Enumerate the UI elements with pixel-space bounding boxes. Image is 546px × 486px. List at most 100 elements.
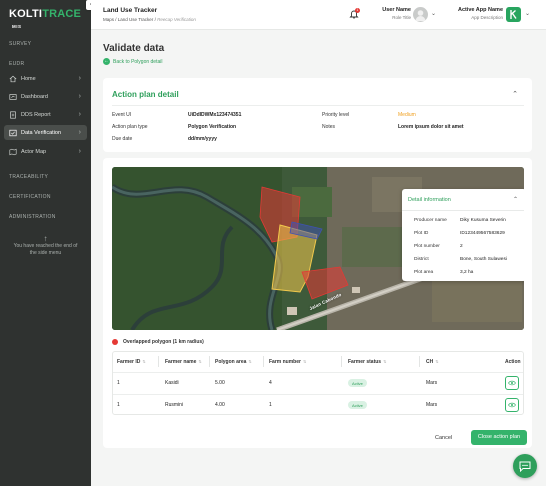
- sidebar-item-actor-map[interactable]: Actor Map ›: [4, 144, 87, 159]
- app-logo-icon: [510, 9, 517, 19]
- divider: [113, 394, 523, 395]
- col-header-farmer-id[interactable]: Farmer ID ⇅: [117, 359, 146, 365]
- arrow-left-icon: ←: [103, 58, 110, 65]
- col-header-farmer-name[interactable]: Farmer name ⇅: [165, 359, 202, 365]
- sort-icon: ⇅: [302, 359, 307, 364]
- overlap-table: Farmer ID ⇅ Farmer name ⇅ Polygon area ⇅ Fa…: [112, 351, 524, 415]
- column-divider: [158, 356, 159, 367]
- due-date-label: Due date: [112, 136, 133, 142]
- map-icon: [9, 148, 17, 155]
- page-title: Validate data: [103, 43, 165, 54]
- plot-number-label: Plot number: [414, 244, 440, 249]
- app-info[interactable]: Active App Name App Description: [451, 7, 503, 20]
- plan-type-label: Action plan type: [112, 124, 148, 130]
- app-name: Active App Name: [457, 7, 503, 13]
- sort-icon: ⇅: [383, 359, 387, 364]
- col-header-farm-number[interactable]: Farm number ⇅: [269, 359, 306, 365]
- chevron-right-icon: ›: [78, 93, 81, 100]
- section-traceability[interactable]: TRACEABILITY: [9, 174, 48, 180]
- section-survey[interactable]: SURVEY: [9, 41, 31, 47]
- breadcrumb-land-use-tracker[interactable]: Land Use Tracker: [118, 17, 154, 22]
- divider: [112, 105, 524, 106]
- breadcrumb-current: Reecap Verification: [157, 17, 196, 22]
- detail-information-panel: Detail information ⌃ Producer name Diky …: [402, 189, 524, 281]
- district-label: District: [414, 257, 429, 262]
- column-divider: [419, 356, 420, 367]
- priority-value: Medium: [398, 112, 416, 118]
- overlap-dot-icon: [112, 339, 118, 345]
- plot-number-value: 2: [460, 244, 463, 249]
- cancel-button[interactable]: Cancel: [435, 435, 452, 441]
- sidebar-item-dds-report[interactable]: DDS Report ›: [4, 107, 87, 122]
- close-action-plan-button[interactable]: Close action plan: [471, 430, 527, 445]
- column-divider: [263, 356, 264, 367]
- notes-value: Lorem ipsum dolor sit amet: [398, 124, 464, 130]
- back-link[interactable]: ← Back to Polygon detail: [103, 58, 162, 65]
- col-header-polygon-area[interactable]: Polygon area ⇅: [215, 359, 252, 365]
- district-value: Bone, South Sulawesi: [460, 257, 507, 262]
- event-uid-value: UiDdIDWMx123474351: [188, 112, 242, 118]
- divider: [113, 372, 523, 373]
- sidebar: KOLTITRACE MIS SURVEY EUDR Home › Dashbo…: [0, 0, 91, 486]
- sidebar-item-dashboard[interactable]: Dashboard ›: [4, 89, 87, 104]
- priority-label: Priority level: [322, 112, 350, 118]
- verification-icon: [9, 129, 17, 136]
- cell-farmer-id: 1: [117, 402, 120, 408]
- chevron-up-icon[interactable]: ⌃: [513, 196, 518, 203]
- plot-area-label: Plot area: [414, 270, 434, 275]
- chevron-right-icon: ›: [78, 148, 81, 155]
- cell-ch: Mars: [426, 380, 438, 386]
- cell-farm-number: 4: [269, 380, 272, 386]
- col-header-ch[interactable]: CH ⇅: [426, 359, 439, 365]
- avatar[interactable]: [413, 7, 428, 22]
- event-uid-label: Event UI: [112, 112, 132, 118]
- notification-badge: 1: [355, 8, 360, 13]
- sidebar-item-home[interactable]: Home ›: [4, 71, 87, 86]
- chevron-right-icon: ›: [78, 129, 81, 136]
- col-header-farmer-status[interactable]: Farmer status ⇅: [348, 359, 386, 365]
- sidebar-item-label: Actor Map: [21, 148, 47, 155]
- breadcrumb: Maps / Land Use Tracker / Reecap Verific…: [103, 17, 196, 22]
- chevron-down-icon[interactable]: ⌄: [525, 10, 530, 17]
- cell-farmer-name: Rusmini: [165, 402, 184, 408]
- eye-icon: [508, 380, 516, 386]
- report-icon: [10, 110, 16, 119]
- column-divider: [209, 356, 210, 367]
- sidebar-item-data-verification[interactable]: Data Verification ›: [4, 125, 87, 140]
- view-button[interactable]: [505, 398, 519, 412]
- plot-area-value: 3,2 ha: [460, 270, 474, 275]
- cell-ch: Mars: [426, 402, 438, 408]
- app-description: App Description: [471, 15, 503, 20]
- header-title: Land Use Tracker: [103, 7, 158, 14]
- chat-icon: [519, 461, 531, 472]
- chevron-right-icon: ›: [78, 111, 81, 118]
- cell-farmer-id: 1: [117, 380, 120, 386]
- status-badge: Active: [348, 379, 367, 387]
- divider: [402, 210, 524, 211]
- section-certification[interactable]: CERTIFICATION: [9, 194, 51, 200]
- chevron-up-icon[interactable]: ⌃: [512, 90, 518, 98]
- sidebar-item-label: DDS Report: [21, 111, 51, 118]
- chat-button[interactable]: [513, 454, 537, 478]
- view-button[interactable]: [505, 376, 519, 390]
- producer-name-label: Producer name: [414, 218, 447, 223]
- plot-id-value: ID123449567583629: [460, 231, 505, 236]
- chevron-down-icon[interactable]: ⌄: [431, 10, 436, 17]
- sort-icon: ⇅: [435, 359, 439, 364]
- sidebar-item-label: Dashboard: [21, 93, 48, 100]
- satellite-map[interactable]: Jalan Cabondo Detail information ⌃ Produ…: [112, 167, 524, 330]
- top-header: Land Use Tracker Maps / Land Use Tracker…: [91, 0, 546, 30]
- verification-card: Jalan Cabondo Detail information ⌃ Produ…: [103, 158, 532, 448]
- section-eudr[interactable]: EUDR: [9, 61, 24, 67]
- user-name: User Name: [382, 7, 411, 13]
- app-logo[interactable]: [506, 7, 521, 22]
- chevron-right-icon: ›: [78, 75, 81, 82]
- section-administration[interactable]: ADMINISTRATION: [9, 214, 56, 220]
- status-badge: Active: [348, 401, 367, 409]
- plot-id-label: Plot ID: [414, 231, 429, 236]
- col-header-action: Action: [505, 359, 521, 365]
- sort-icon: ⇅: [248, 359, 252, 364]
- user-info[interactable]: User Name Role Title: [381, 7, 411, 20]
- breadcrumb-maps[interactable]: Maps: [103, 17, 114, 22]
- notes-label: Notes: [322, 124, 336, 130]
